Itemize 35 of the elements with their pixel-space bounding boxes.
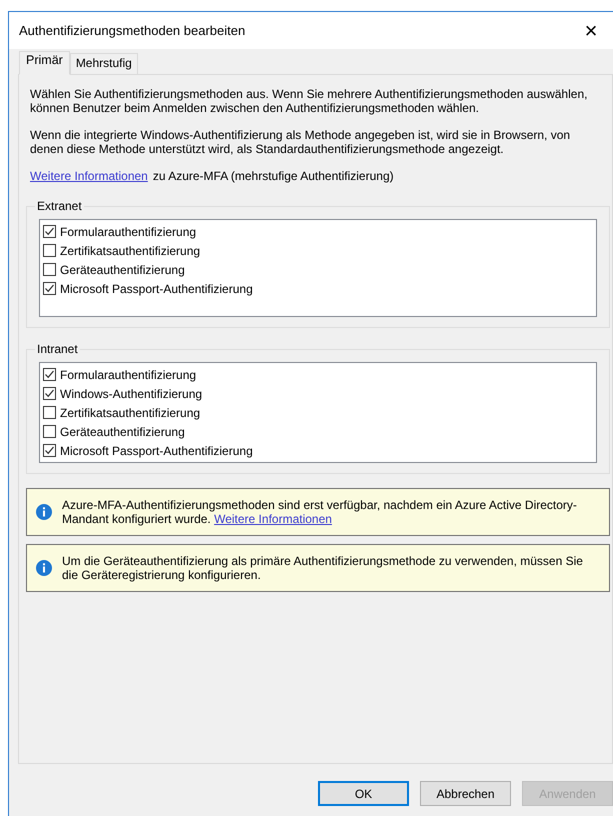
checkbox[interactable]	[43, 282, 56, 295]
checkbox-label: Zertifikatsauthentifizierung	[60, 244, 200, 258]
checkbox-label: Formularauthentifizierung	[60, 224, 196, 238]
tab[interactable]: Mehrstufig	[70, 53, 138, 74]
checkbox[interactable]	[43, 225, 56, 238]
checkbox-label: Zertifikatsauthentifizierung	[60, 406, 200, 420]
tab[interactable]: Primär	[19, 51, 70, 75]
checkbox[interactable]	[43, 406, 56, 419]
checkbox[interactable]	[43, 244, 56, 257]
info-icon	[36, 504, 52, 520]
dialog-button[interactable]: OK	[318, 781, 409, 806]
checkbox-label: Geräteauthentifizierung	[60, 262, 185, 276]
checkbox-label: Geräteauthentifizierung	[60, 424, 185, 438]
checkbox-label: Windows-Authentifizierung	[60, 386, 202, 400]
more-info-link[interactable]: Weitere Informationen	[30, 169, 148, 183]
window-title: Authentifizierungsmethoden bearbeiten	[19, 23, 246, 38]
checkbox[interactable]	[43, 387, 56, 400]
checkbox[interactable]	[43, 263, 56, 276]
info-message: Azure-MFA-Authentifizierungsmethoden sind erst verfügbar, nachdem ein Azure Active Directory-Mandant konfiguriert wurde. Weitere Informationen	[62, 498, 578, 526]
checkbox-label: Microsoft Passport-Authentifizierung	[60, 282, 253, 296]
checkbox-label: Formularauthentifizierung	[60, 368, 196, 382]
info-message: Um die Geräteauthentifizierung als primäre Authentifizierungsmethode zu verwenden, müssen Sie die Geräteregistrierung konfigurieren.	[62, 554, 584, 582]
checkbox[interactable]	[43, 368, 56, 381]
group-title: Intranet	[36, 342, 79, 356]
checkbox[interactable]	[43, 444, 56, 457]
link-caption: zu Azure-MFA (mehrstufige Authentifizierung)	[152, 169, 394, 183]
close-button[interactable]: ×	[579, 20, 603, 42]
checkbox[interactable]	[43, 425, 56, 438]
group-title: Extranet	[36, 199, 83, 213]
more-info-link[interactable]: Weitere Informationen	[214, 512, 332, 526]
description-text: Wenn die integrierte Windows-Authentifizierung als Methode angegeben ist, wird sie in Browsern, von denen diese Methode unterstützt wird, als Standardauthentifizierungsmethode angezeigt.	[30, 128, 572, 156]
info-icon	[36, 560, 52, 576]
description-text: Wählen Sie Authentifizierungsmethoden aus. Wenn Sie mehrere Authentifizierungsmethoden auswählen, können Benutzer beim Anmelden zwischen den Authentifizierungsmethoden wählen.	[30, 87, 588, 115]
checkbox-label: Microsoft Passport-Authentifizierung	[60, 444, 253, 458]
dialog-button[interactable]: Abbrechen	[420, 781, 511, 806]
